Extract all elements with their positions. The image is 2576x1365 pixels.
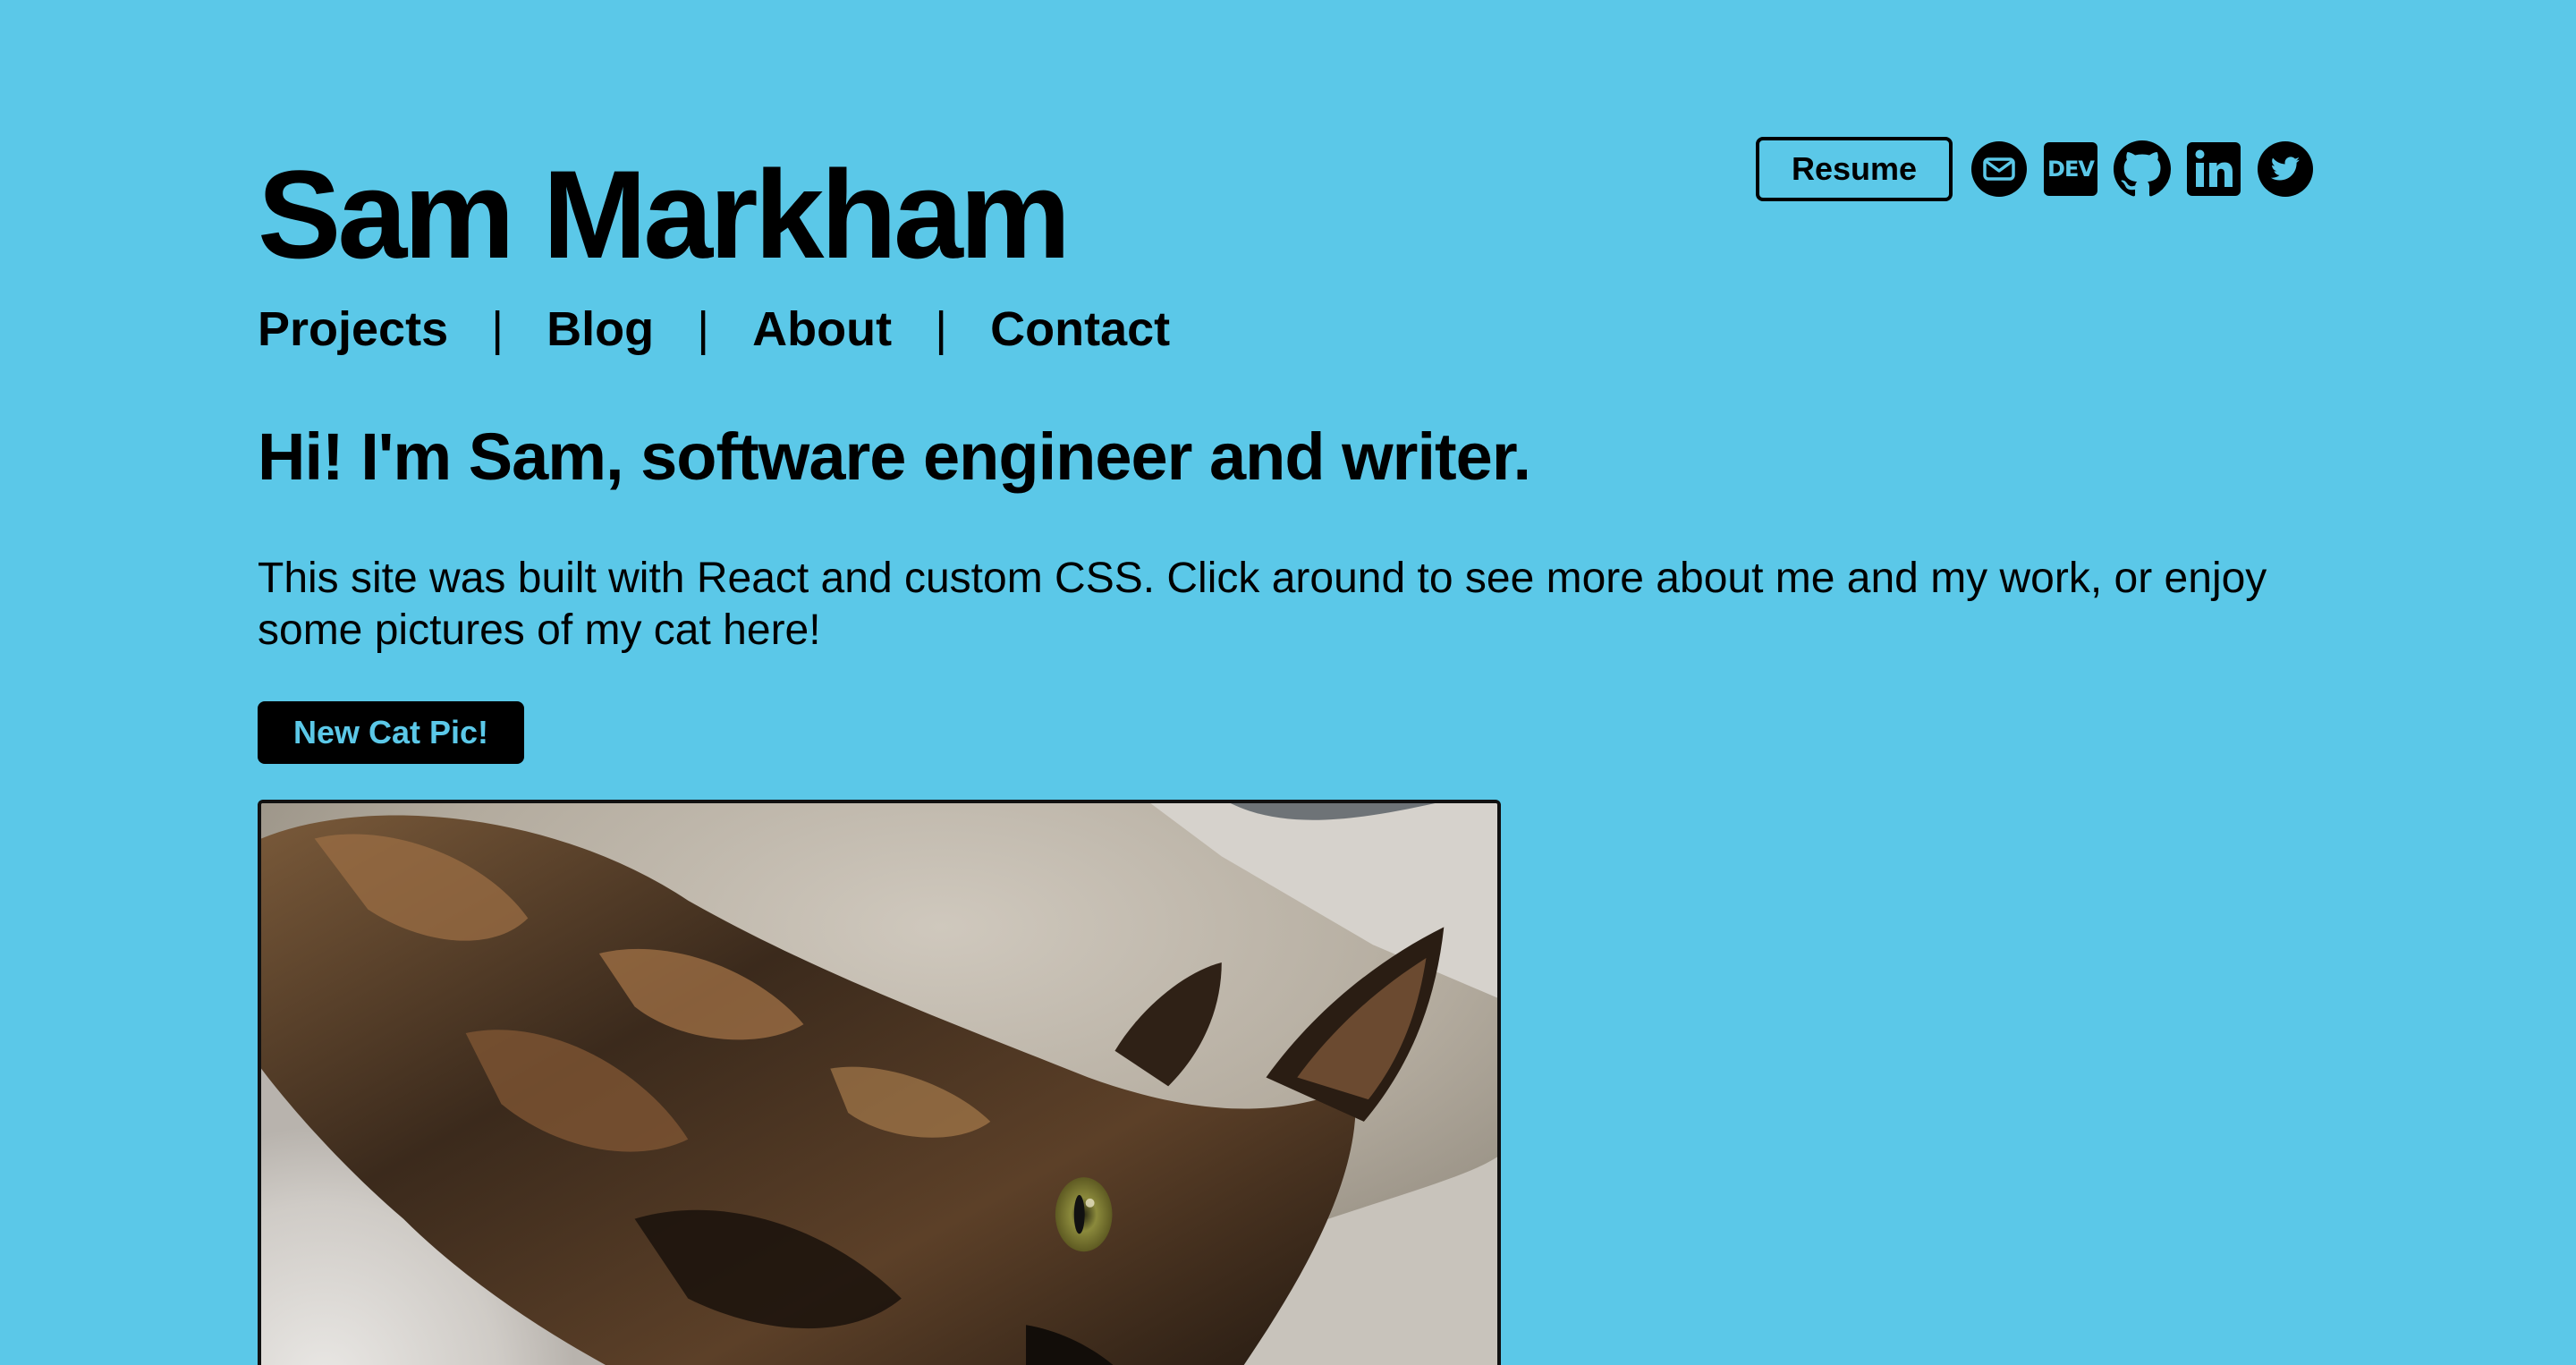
- nav-separator: |: [697, 302, 710, 356]
- main-nav: Projects | Blog | About | Contact: [258, 301, 1170, 358]
- new-cat-pic-button[interactable]: New Cat Pic!: [258, 701, 524, 764]
- nav-item-projects[interactable]: Projects: [258, 301, 448, 358]
- intro-text: This site was built with React and custo…: [258, 555, 2267, 654]
- nav-separator: |: [935, 302, 948, 356]
- dev-icon-label: DEV: [2044, 142, 2097, 196]
- page: Sam Markham Projects | Blog | About | Co…: [0, 0, 2576, 1365]
- mail-icon[interactable]: [1970, 140, 2028, 198]
- nav-item-blog[interactable]: Blog: [547, 301, 654, 358]
- intro-heading: Hi! I'm Sam, software engineer and write…: [258, 420, 1531, 494]
- cat-photo: [258, 800, 1501, 1365]
- dev-icon[interactable]: DEV: [2042, 140, 2099, 198]
- nav-item-about[interactable]: About: [752, 301, 892, 358]
- header-left: Sam Markham: [258, 143, 1071, 286]
- site-title: Sam Markham: [258, 144, 1071, 284]
- social-links: DEV: [1970, 140, 2314, 198]
- nav-item-contact[interactable]: Contact: [990, 301, 1170, 358]
- linkedin-icon[interactable]: [2185, 140, 2242, 198]
- header-actions: Resume DEV: [1756, 137, 2314, 201]
- nav-separator: |: [491, 302, 504, 356]
- github-icon[interactable]: [2114, 140, 2171, 198]
- resume-button[interactable]: Resume: [1756, 137, 1953, 201]
- cat-photo-illustration: [261, 803, 1497, 1365]
- twitter-icon[interactable]: [2257, 140, 2314, 198]
